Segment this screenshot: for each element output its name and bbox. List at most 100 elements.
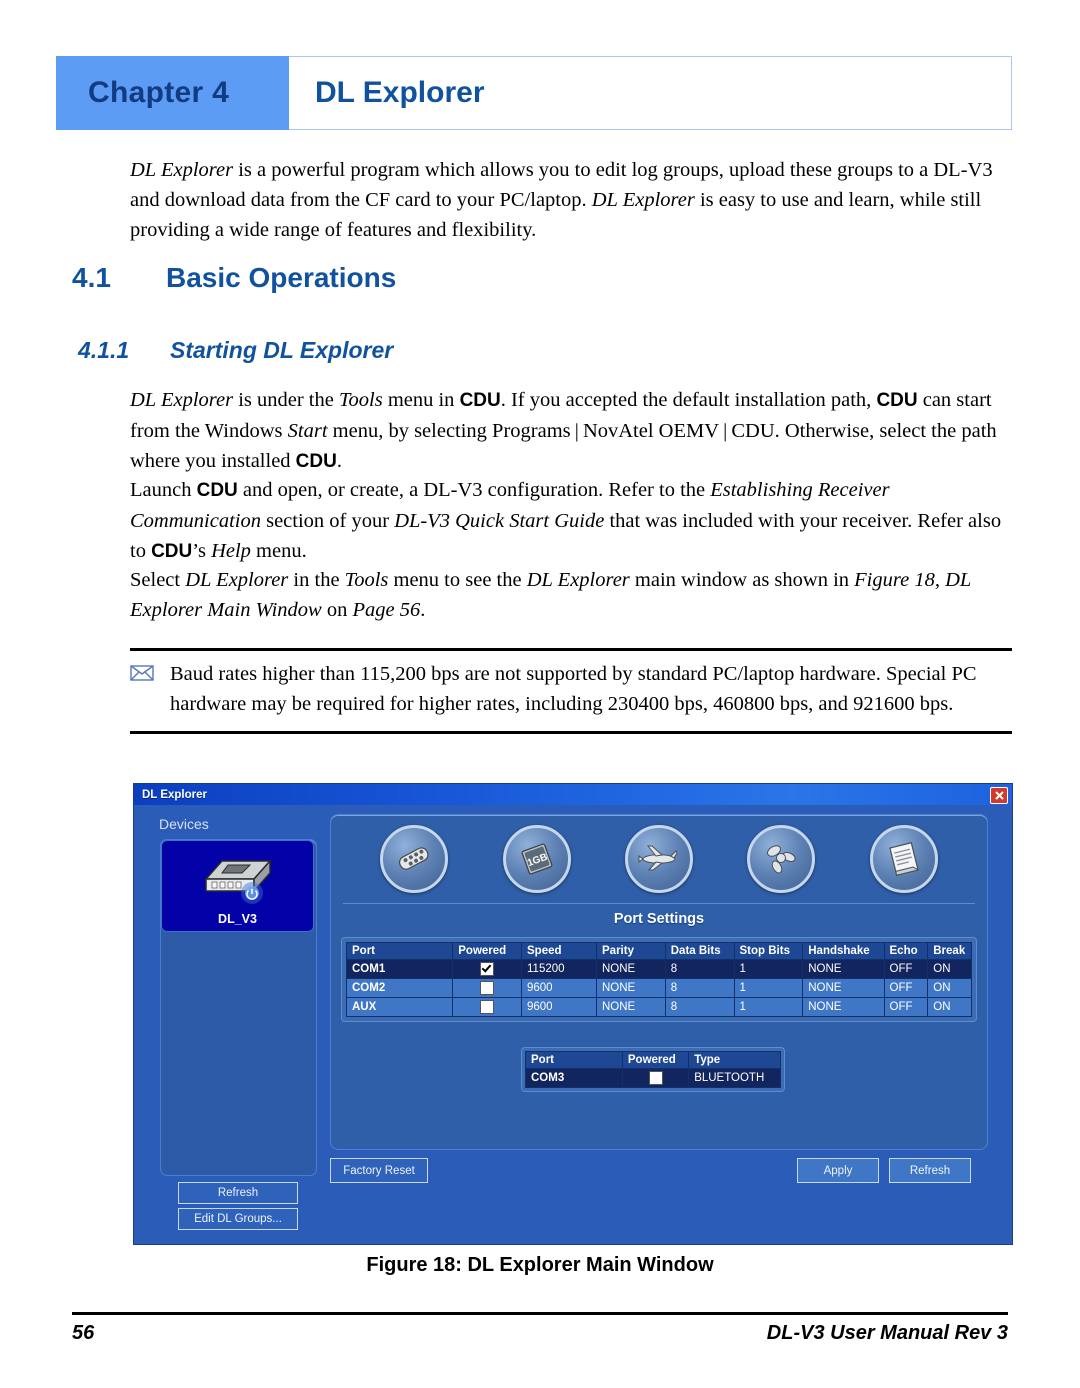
chapter-label: Chapter 4 <box>88 76 230 109</box>
refresh-devices-button[interactable]: Refresh <box>178 1182 298 1204</box>
cell-parity: NONE <box>596 997 666 1017</box>
subsection-heading: 4.1.1 Starting DL Explorer <box>78 337 393 364</box>
cell-port: COM1 <box>346 959 454 979</box>
checkbox-unchecked-icon[interactable] <box>480 1000 495 1014</box>
figure-caption: Figure 18: DL Explorer Main Window <box>366 1254 714 1276</box>
col-break: Break <box>927 942 972 960</box>
col-type: Type <box>688 1051 781 1069</box>
refresh-ports-button[interactable]: Refresh <box>889 1158 971 1183</box>
cell-speed: 9600 <box>521 997 597 1017</box>
section-number: 4.1 <box>72 262 111 293</box>
paragraph-1: DL Explorer is under the Tools menu in C… <box>130 389 997 472</box>
note-box: Baud rates higher than 115,200 bps are n… <box>130 648 1012 734</box>
footer-manual-title: DL-V3 User Manual Rev 3 <box>766 1322 1008 1344</box>
checkbox-unchecked-icon[interactable] <box>480 981 495 995</box>
cell-data-bits: 8 <box>665 959 735 979</box>
table-header-row: Port Powered Speed Parity Data Bits Stop… <box>346 942 972 960</box>
col-powered: Powered <box>622 1051 690 1069</box>
section-title: Basic Operations <box>166 262 397 293</box>
col-data-bits: Data Bits <box>665 942 735 960</box>
cell-data-bits: 8 <box>665 978 735 998</box>
cell-break: ON <box>927 978 972 998</box>
cell-powered-checkbox[interactable] <box>452 978 522 998</box>
envelope-icon <box>130 665 156 719</box>
col-powered: Powered <box>452 942 522 960</box>
factory-reset-button[interactable]: Factory Reset <box>330 1158 428 1183</box>
paragraph-3: Select DL Explorer in the Tools menu to … <box>130 569 971 621</box>
cell-port: AUX <box>346 997 454 1017</box>
cell-echo: OFF <box>884 959 929 979</box>
col-handshake: Handshake <box>802 942 885 960</box>
dl-explorer-window: DL Explorer Devices DL_V3 Refresh Edit D… <box>133 783 1013 1245</box>
page-title: DL Explorer <box>315 76 485 109</box>
cell-stop-bits: 1 <box>734 978 804 998</box>
port-settings-table-wrap: Port Powered Speed Parity Data Bits Stop… <box>341 937 977 1022</box>
cell-echo: OFF <box>884 978 929 998</box>
cell-speed: 9600 <box>521 978 597 998</box>
chapter-number-tab: Chapter 4 <box>56 56 289 130</box>
cell-handshake: NONE <box>802 959 885 979</box>
table-row: COM3 BLUETOOTH <box>525 1068 781 1088</box>
footer-rule <box>72 1312 1008 1315</box>
port-settings-panel: 1GB Port Settings Port Powered Speed Par… <box>330 814 988 1150</box>
cell-break: ON <box>927 997 972 1017</box>
edit-dl-groups-button[interactable]: Edit DL Groups... <box>178 1208 298 1230</box>
col-port: Port <box>346 942 454 960</box>
airplane-icon[interactable] <box>624 825 693 893</box>
chapter-header: Chapter 4 DL Explorer <box>56 56 1012 130</box>
window-title: DL Explorer <box>142 788 207 801</box>
close-icon[interactable] <box>990 787 1008 804</box>
cell-stop-bits: 1 <box>734 997 804 1017</box>
chapter-title-box: DL Explorer <box>289 56 1012 130</box>
cell-handshake: NONE <box>802 997 885 1017</box>
dl-v3-receiver-icon <box>192 849 284 910</box>
port-type-table-wrap: Port Powered Type COM3 BLUETOOTH <box>521 1047 785 1092</box>
intro-paragraph: DL Explorer is a powerful program which … <box>130 159 993 241</box>
checkbox-unchecked-icon[interactable] <box>648 1071 663 1085</box>
col-stop-bits: Stop Bits <box>734 942 804 960</box>
port-type-table[interactable]: Port Powered Type COM3 BLUETOOTH <box>525 1051 781 1088</box>
panel-divider <box>343 903 975 904</box>
cell-port: COM3 <box>525 1068 623 1088</box>
note-text: Baud rates higher than 115,200 bps are n… <box>170 663 977 715</box>
col-parity: Parity <box>596 942 666 960</box>
cell-break: ON <box>927 959 972 979</box>
apply-button[interactable]: Apply <box>797 1158 879 1183</box>
log-notepad-icon[interactable] <box>869 825 938 893</box>
table-row: COM1 115200 NONE 8 1 NONE OFF ON <box>346 959 972 979</box>
note-bottom-rule <box>130 731 1012 734</box>
cell-handshake: NONE <box>802 978 885 998</box>
checkbox-checked-icon[interactable] <box>480 962 495 976</box>
paragraph-2: Launch CDU and open, or create, a DL-V3 … <box>130 479 1002 562</box>
window-titlebar[interactable]: DL Explorer <box>134 784 1012 805</box>
devices-label: Devices <box>159 816 209 832</box>
cell-parity: NONE <box>596 978 666 998</box>
subsection-number: 4.1.1 <box>78 337 130 363</box>
ports-connector-icon[interactable] <box>380 825 449 893</box>
antenna-icon[interactable] <box>747 825 816 893</box>
cell-data-bits: 8 <box>665 997 735 1017</box>
cell-powered-checkbox[interactable] <box>452 997 522 1017</box>
device-list-item-dl-v3[interactable]: DL_V3 <box>161 840 314 932</box>
cell-speed: 115200 <box>521 959 597 979</box>
memory-card-1gb-icon[interactable]: 1GB <box>502 825 571 893</box>
cell-powered-checkbox[interactable] <box>452 959 522 979</box>
cell-echo: OFF <box>884 997 929 1017</box>
cell-powered-checkbox[interactable] <box>622 1068 690 1088</box>
table-row: COM2 9600 NONE 8 1 NONE OFF ON <box>346 978 972 998</box>
device-name: DL_V3 <box>218 912 257 926</box>
table-row: AUX 9600 NONE 8 1 NONE OFF ON <box>346 997 972 1017</box>
cell-stop-bits: 1 <box>734 959 804 979</box>
toolbar-icon-row: 1GB <box>331 821 987 897</box>
section-heading: 4.1 Basic Operations <box>72 262 396 294</box>
col-echo: Echo <box>884 942 929 960</box>
col-speed: Speed <box>521 942 597 960</box>
port-settings-table[interactable]: Port Powered Speed Parity Data Bits Stop… <box>346 942 972 1017</box>
col-port: Port <box>525 1051 623 1069</box>
page-number: 56 <box>72 1322 95 1344</box>
port-settings-title: Port Settings <box>613 911 705 927</box>
cell-type: BLUETOOTH <box>688 1068 781 1088</box>
table-header-row: Port Powered Type <box>525 1051 781 1069</box>
cell-port: COM2 <box>346 978 454 998</box>
subsection-title: Starting DL Explorer <box>170 337 394 363</box>
